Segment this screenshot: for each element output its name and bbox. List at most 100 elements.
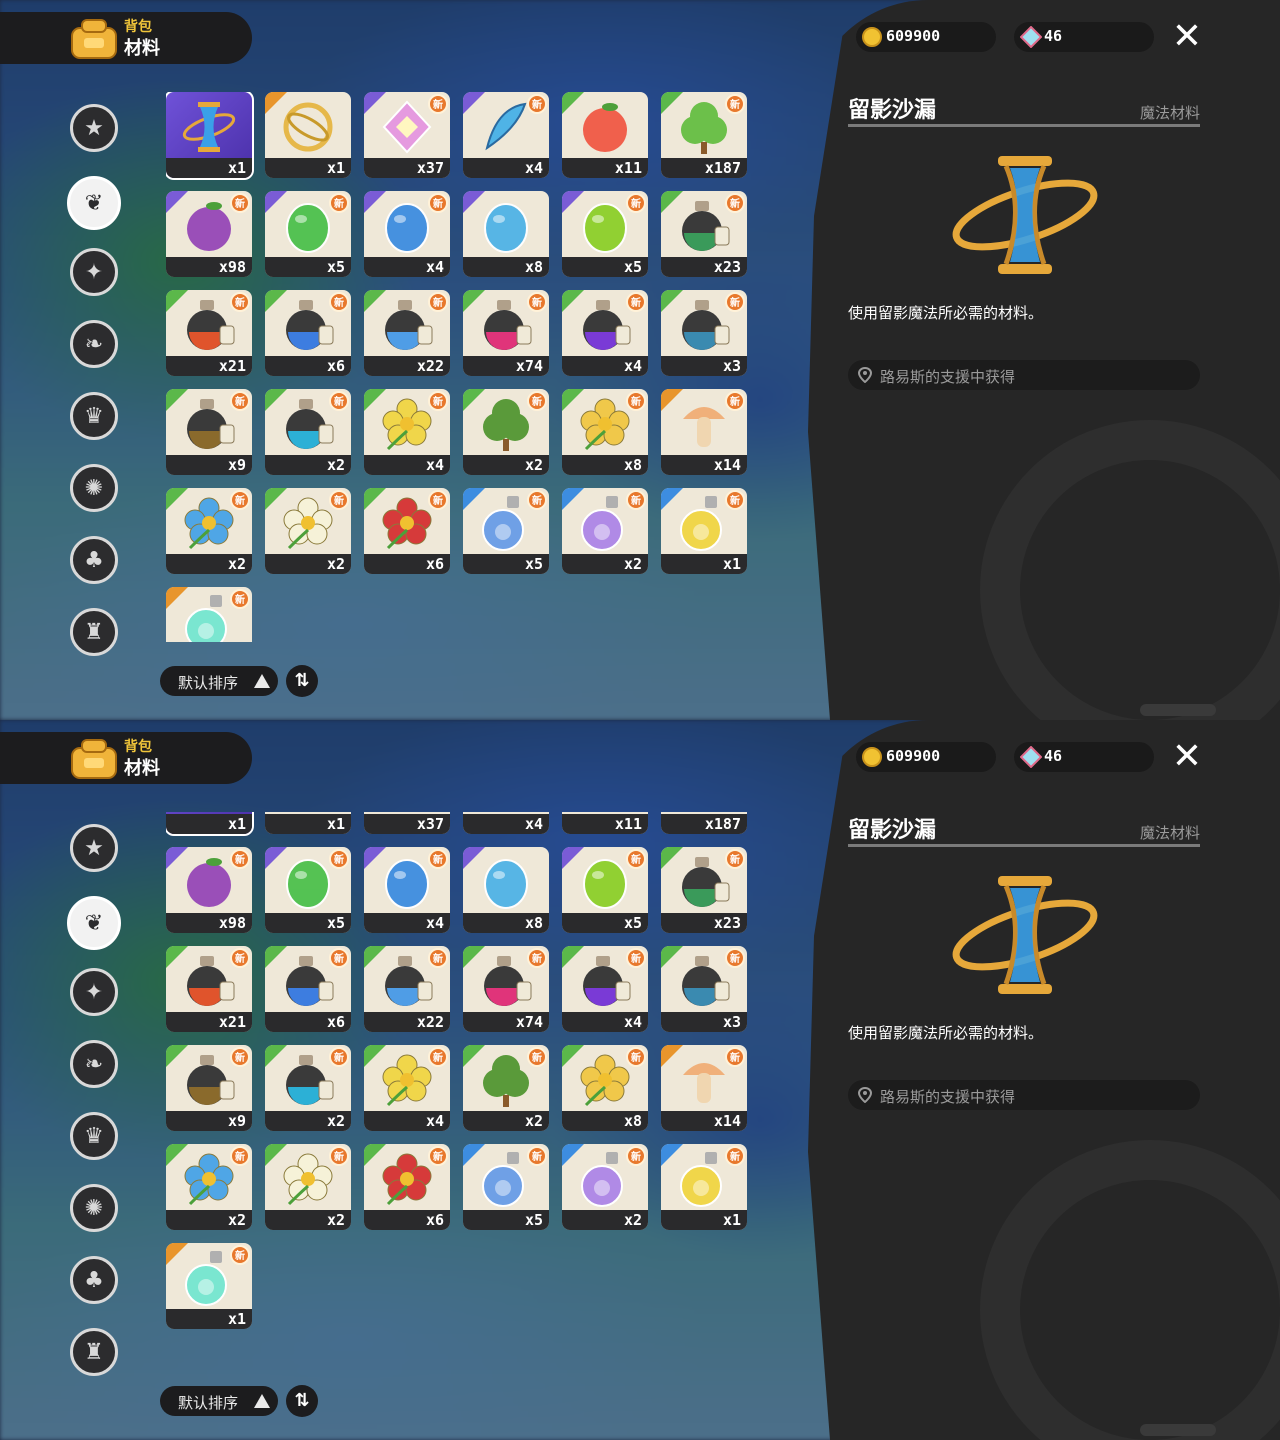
category-tab-sparkle-badge[interactable]: ✦	[70, 248, 118, 296]
lime-egg-item[interactable]: 新 x5	[562, 847, 648, 933]
mint-bottle-item[interactable]: 新x1	[166, 587, 252, 642]
category-tab-scroll-crown[interactable]: ♛	[70, 1112, 118, 1160]
blue-potion-item[interactable]: 新 x6	[265, 290, 351, 376]
lily-item[interactable]: 新 x8	[562, 1045, 648, 1131]
yellow-flower-item[interactable]: 新 x4	[364, 389, 450, 475]
rainbow-crystal-item[interactable]: 新x37	[364, 812, 450, 834]
new-badge: 新	[230, 490, 250, 510]
rainbow-crystal-item[interactable]: 新x37	[364, 92, 450, 178]
gold-bottle-item[interactable]: 新 x1	[661, 1144, 747, 1230]
category-tab-sparkle-badge[interactable]: ✦	[70, 968, 118, 1016]
category-tab-star-circle[interactable]: ★	[70, 824, 118, 872]
red-potion-item[interactable]: 新 x21	[166, 946, 252, 1032]
gold-bottle-item[interactable]: 新 x1	[661, 488, 747, 574]
blue-potion-item[interactable]: 新 x6	[265, 946, 351, 1032]
header-tab: 背包 材料	[0, 12, 252, 64]
sort-dropdown[interactable]: 默认排序	[160, 1386, 278, 1416]
item-count: x1	[722, 555, 741, 573]
yellow-flower-item[interactable]: 新 x4	[364, 1045, 450, 1131]
white-flower-item[interactable]: 新 x2	[265, 1144, 351, 1230]
item-count: x23	[713, 914, 741, 932]
sort-dropdown[interactable]: 默认排序	[160, 666, 278, 696]
blue-feather-item[interactable]: 新x4	[463, 92, 549, 178]
category-tab-furniture[interactable]: ♜	[70, 608, 118, 656]
category-tab-furniture[interactable]: ♜	[70, 1328, 118, 1376]
category-tab-flame-leaf[interactable]: ❦	[67, 896, 121, 950]
peach-item[interactable]: x11	[562, 812, 648, 834]
blue-bottle-item[interactable]: 新 x5	[463, 1144, 549, 1230]
category-tab-scroll-crown[interactable]: ♛	[70, 392, 118, 440]
category-tab-acorn[interactable]: ♣	[70, 1256, 118, 1304]
white-flower-item[interactable]: 新 x2	[265, 488, 351, 574]
green-leaf-egg-item[interactable]: 新 x5	[265, 847, 351, 933]
blue-drop-egg-item[interactable]: 新 x4	[364, 191, 450, 277]
sky-potion-item[interactable]: 新 x22	[364, 946, 450, 1032]
close-button[interactable]: ✕	[1170, 19, 1204, 55]
category-tab-flame-leaf[interactable]: ❦	[67, 176, 121, 230]
golden-ring-item[interactable]: x1	[265, 92, 351, 178]
category-tab-orb-stars[interactable]: ✺	[70, 1184, 118, 1232]
green-plant-icon	[675, 98, 733, 156]
new-badge: 新	[725, 94, 745, 114]
green-plant-item[interactable]: 新x187	[661, 812, 747, 834]
sort-order-button[interactable]: ⇅	[286, 665, 318, 697]
source-row[interactable]: 路易斯的支援中获得	[848, 1080, 1200, 1110]
mint-bottle-item[interactable]: 新x1	[166, 1243, 252, 1329]
brown-potion-item[interactable]: 新 x9	[166, 1045, 252, 1131]
hourglass-item[interactable]: x1	[166, 92, 254, 180]
category-tab-star-circle[interactable]: ★	[70, 104, 118, 152]
blue-star-egg-item[interactable]: x8	[463, 191, 549, 277]
sky-potion-item[interactable]: 新 x22	[364, 290, 450, 376]
peach-item[interactable]: x11	[562, 92, 648, 178]
pink-potion-item[interactable]: 新 x74	[463, 946, 549, 1032]
purple-fruit-item[interactable]: 新 x98	[166, 191, 252, 277]
blue-star-egg-item[interactable]: x8	[463, 847, 549, 933]
green-plant-item[interactable]: 新x187	[661, 92, 747, 178]
purple-fruit-item[interactable]: 新 x98	[166, 847, 252, 933]
red-flower-item[interactable]: 新 x6	[364, 1144, 450, 1230]
lily-item[interactable]: 新 x8	[562, 389, 648, 475]
green-potion-item[interactable]: 新 x23	[661, 191, 747, 277]
sort-label: 默认排序	[178, 674, 239, 692]
category-tab-leaf-cluster[interactable]: ❧	[70, 320, 118, 368]
new-badge: 新	[428, 849, 448, 869]
red-flower-item[interactable]: 新 x6	[364, 488, 450, 574]
brown-potion-icon	[180, 1051, 238, 1109]
green-bud-item[interactable]: 新 x2	[463, 1045, 549, 1131]
blue-flower-item[interactable]: 新 x2	[166, 488, 252, 574]
violet-potion-item[interactable]: 新 x4	[562, 946, 648, 1032]
lavender-bottle-item[interactable]: 新 x2	[562, 488, 648, 574]
teal-potion-item[interactable]: 新 x3	[661, 946, 747, 1032]
blue-feather-item[interactable]: 新x4	[463, 812, 549, 834]
item-count: x4	[623, 1013, 642, 1031]
cyan-potion-item[interactable]: 新 x2	[265, 389, 351, 475]
green-potion-item[interactable]: 新 x23	[661, 847, 747, 933]
pink-potion-item[interactable]: 新 x74	[463, 290, 549, 376]
cyan-potion-item[interactable]: 新 x2	[265, 1045, 351, 1131]
green-bud-item[interactable]: 新 x2	[463, 389, 549, 475]
star-circle-icon: ★	[84, 115, 104, 141]
golden-ring-item[interactable]: x1	[265, 812, 351, 834]
blue-flower-item[interactable]: 新 x2	[166, 1144, 252, 1230]
category-tab-orb-stars[interactable]: ✺	[70, 464, 118, 512]
close-button[interactable]: ✕	[1170, 739, 1204, 775]
blue-bottle-item[interactable]: 新 x5	[463, 488, 549, 574]
mushroom-item[interactable]: 新 x14	[661, 389, 747, 475]
brown-potion-item[interactable]: 新 x9	[166, 389, 252, 475]
category-tab-acorn[interactable]: ♣	[70, 536, 118, 584]
red-potion-item[interactable]: 新 x21	[166, 290, 252, 376]
violet-potion-item[interactable]: 新 x4	[562, 290, 648, 376]
lime-egg-item[interactable]: 新 x5	[562, 191, 648, 277]
hourglass-item[interactable]: x1	[166, 812, 254, 836]
green-leaf-egg-item[interactable]: 新 x5	[265, 191, 351, 277]
mushroom-item[interactable]: 新 x14	[661, 1045, 747, 1131]
category-tab-leaf-cluster[interactable]: ❧	[70, 1040, 118, 1088]
lavender-bottle-item[interactable]: 新 x2	[562, 1144, 648, 1230]
blue-drop-egg-item[interactable]: 新 x4	[364, 847, 450, 933]
detail-item-name: 留影沙漏	[848, 818, 937, 843]
gem-value: 46	[1044, 747, 1063, 765]
teal-potion-item[interactable]: 新 x3	[661, 290, 747, 376]
source-row[interactable]: 路易斯的支援中获得	[848, 360, 1200, 390]
green-potion-icon	[675, 853, 733, 911]
sort-order-button[interactable]: ⇅	[286, 1385, 318, 1417]
